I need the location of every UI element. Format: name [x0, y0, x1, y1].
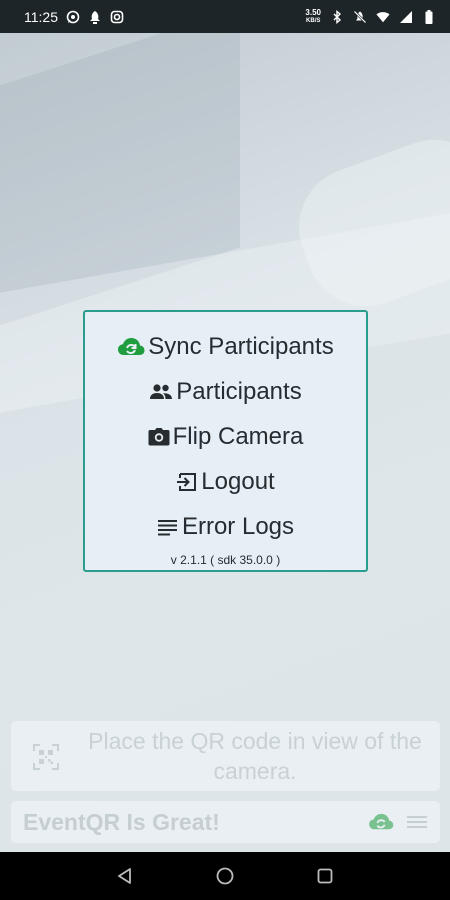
- menu-item-participants[interactable]: Participants: [149, 369, 302, 414]
- recents-icon[interactable]: [310, 861, 340, 891]
- back-icon[interactable]: [110, 861, 140, 891]
- network-speed: 3.50 KB/S: [305, 7, 321, 25]
- menu-item-logout[interactable]: Logout: [176, 459, 275, 504]
- menu-dialog: Sync Participants Participants Flip Came…: [83, 310, 368, 572]
- cloud-sync-icon: [117, 336, 145, 358]
- net-speed-unit: KB/S: [306, 17, 321, 24]
- qr-scan-icon: [33, 744, 59, 770]
- app-name: EventQR Is Great!: [23, 808, 220, 835]
- battery-icon: [422, 9, 436, 24]
- signal-icon: [399, 10, 413, 24]
- menu-icon[interactable]: [406, 814, 428, 830]
- do-not-disturb-icon: [353, 10, 367, 24]
- menu-item-label: Logout: [201, 467, 275, 495]
- menu-item-sync-participants[interactable]: Sync Participants: [117, 324, 334, 369]
- instagram-icon: [110, 10, 124, 24]
- logout-icon: [176, 471, 198, 493]
- status-right: 3.50 KB/S: [305, 7, 436, 25]
- notification-icon: [88, 10, 102, 24]
- menu-item-error-logs[interactable]: Error Logs: [157, 504, 294, 549]
- scan-hint-panel: Place the QR code in view of the camera.: [11, 721, 440, 791]
- scan-hint-text: Place the QR code in view of the camera.: [88, 728, 422, 784]
- status-bar: 11:25 3.50 KB/S: [0, 0, 450, 33]
- version-label: v 2.1.1 ( sdk 35.0.0 ): [170, 553, 281, 567]
- menu-item-label: Error Logs: [181, 512, 295, 540]
- bluetooth-icon: [330, 9, 344, 24]
- list-icon: [157, 517, 179, 537]
- status-time: 11:25: [24, 8, 58, 25]
- menu-item-label: Participants: [176, 377, 302, 405]
- net-speed-value: 3.50: [305, 7, 321, 17]
- home-icon[interactable]: [210, 861, 240, 891]
- system-nav-bar: [0, 852, 450, 900]
- menu-item-label: Flip Camera: [172, 422, 304, 450]
- cloud-sync-icon[interactable]: [368, 812, 394, 832]
- status-left: 11:25: [24, 9, 124, 25]
- bottom-bar: EventQR Is Great!: [11, 801, 440, 843]
- wifi-icon: [376, 10, 390, 24]
- whatsapp-icon: [66, 10, 80, 24]
- menu-item-flip-camera[interactable]: Flip Camera: [148, 414, 304, 459]
- bottom-bar-actions: [368, 812, 428, 832]
- menu-item-label: Sync Participants: [148, 332, 334, 360]
- people-icon: [149, 382, 173, 402]
- camera-icon: [148, 427, 170, 447]
